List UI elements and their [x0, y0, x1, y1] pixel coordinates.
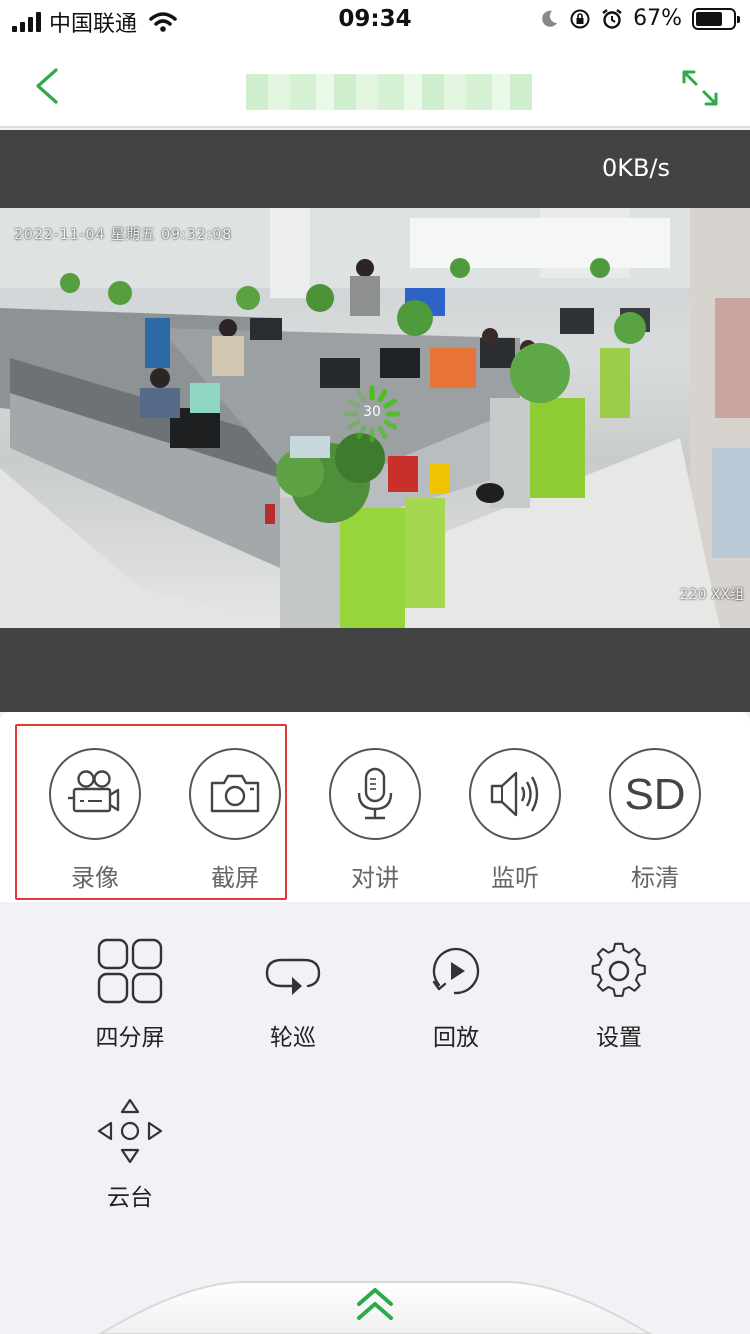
listen-label: 监听	[491, 864, 539, 892]
speaker-icon	[490, 771, 539, 817]
page-title	[246, 74, 532, 110]
loading-counter: 30	[363, 404, 381, 420]
ptz-label: 云台	[107, 1185, 153, 1211]
battery-percent: 67%	[633, 6, 682, 31]
four-split-icon	[97, 938, 163, 1004]
battery-icon	[692, 7, 740, 30]
video-footer-bar	[0, 628, 750, 712]
listen-button[interactable]: 监听	[469, 748, 561, 893]
back-chevron-icon[interactable]	[28, 66, 68, 106]
fullscreen-expand-icon[interactable]	[680, 68, 720, 108]
settings-button[interactable]: 设置	[559, 936, 679, 1052]
sd-icon: SD	[624, 770, 685, 819]
microphone-icon	[357, 767, 393, 820]
double-chevron-up-icon[interactable]	[355, 1284, 395, 1324]
patrol-button[interactable]: 轮巡	[233, 936, 353, 1052]
quad-split-label: 四分屏	[95, 1025, 165, 1051]
ptz-button[interactable]: 云台	[70, 1096, 190, 1212]
osd-camera-name: 220 XX组	[679, 587, 744, 603]
network-speed: 0KB/s	[601, 154, 670, 182]
quality-label: 标清	[631, 864, 679, 892]
svg-text:SD: SD	[624, 770, 685, 819]
talk-label: 对讲	[351, 864, 399, 892]
video-header-bar: 0KB/s	[0, 130, 750, 208]
talk-circle	[329, 748, 421, 840]
highlight-box	[15, 724, 287, 900]
quad-split-button[interactable]: 四分屏	[70, 936, 190, 1052]
osd-timestamp: 2022-11-04 星期五 09:32:08	[14, 227, 233, 243]
listen-circle	[469, 748, 561, 840]
live-video-view[interactable]: 2022-11-04 星期五 09:32:08 220 XX组 30	[0, 208, 750, 628]
rotation-lock-icon	[570, 9, 590, 28]
quality-button[interactable]: SD 标清	[609, 748, 701, 893]
nav-bar	[0, 40, 750, 128]
playback-icon	[432, 947, 480, 995]
patrol-label: 轮巡	[270, 1025, 316, 1051]
playback-button[interactable]: 回放	[396, 936, 516, 1052]
alarm-icon	[602, 8, 622, 29]
status-right: 67%	[539, 6, 740, 31]
patrol-loop-icon	[265, 958, 321, 995]
settings-label: 设置	[596, 1025, 642, 1051]
status-bar: 中国联通 09:34 67%	[0, 0, 750, 40]
quality-circle: SD	[609, 748, 701, 840]
playback-label: 回放	[433, 1025, 479, 1051]
gear-icon	[591, 942, 646, 997]
ptz-direction-icon	[97, 1098, 163, 1164]
moon-icon	[542, 10, 558, 27]
talk-button[interactable]: 对讲	[329, 748, 421, 893]
